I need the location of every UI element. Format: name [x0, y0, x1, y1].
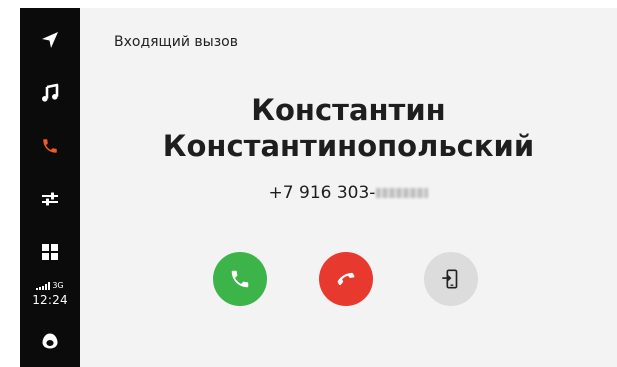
caller-phone-number: +7 916 303- — [80, 183, 617, 203]
transfer-to-phone-icon — [442, 269, 458, 289]
phone-answer-icon — [231, 270, 249, 288]
incoming-call-screen: Входящий вызов Константин Константинопол… — [80, 8, 617, 367]
sidebar-item-phone[interactable] — [20, 126, 80, 166]
sidebar-item-settings[interactable] — [20, 179, 80, 219]
phone-number-visible: +7 916 303- — [268, 183, 376, 203]
navigation-arrow-icon — [42, 32, 58, 48]
caller-first-name: Константин — [251, 93, 446, 127]
phone-number-masked — [376, 188, 429, 198]
clock: 12:24 — [32, 293, 68, 307]
phone-icon — [43, 139, 57, 153]
sidebar-item-assistant[interactable] — [20, 321, 80, 361]
answer-call-button[interactable] — [213, 252, 267, 306]
caller-name: Константин Константинопольский — [80, 92, 617, 164]
sidebar: 3G 12:24 — [20, 8, 80, 367]
decline-call-button[interactable] — [319, 252, 373, 306]
apps-grid-icon — [42, 244, 58, 260]
music-note-icon — [42, 83, 59, 102]
signal-indicator: 3G — [20, 280, 80, 290]
signal-bars-icon — [36, 282, 51, 290]
network-type: 3G — [52, 281, 64, 290]
status-area: 3G 12:24 — [20, 280, 80, 314]
transfer-to-phone-button[interactable] — [424, 252, 478, 306]
sidebar-item-apps[interactable] — [20, 232, 80, 272]
phone-decline-icon — [337, 272, 355, 286]
sidebar-item-music[interactable] — [20, 73, 80, 113]
sidebar-item-navigation[interactable] — [20, 20, 80, 60]
caller-last-name: Константинопольский — [162, 129, 535, 163]
screen-title: Входящий вызов — [114, 34, 238, 50]
alice-assistant-icon — [42, 333, 58, 349]
sliders-icon — [42, 192, 58, 206]
